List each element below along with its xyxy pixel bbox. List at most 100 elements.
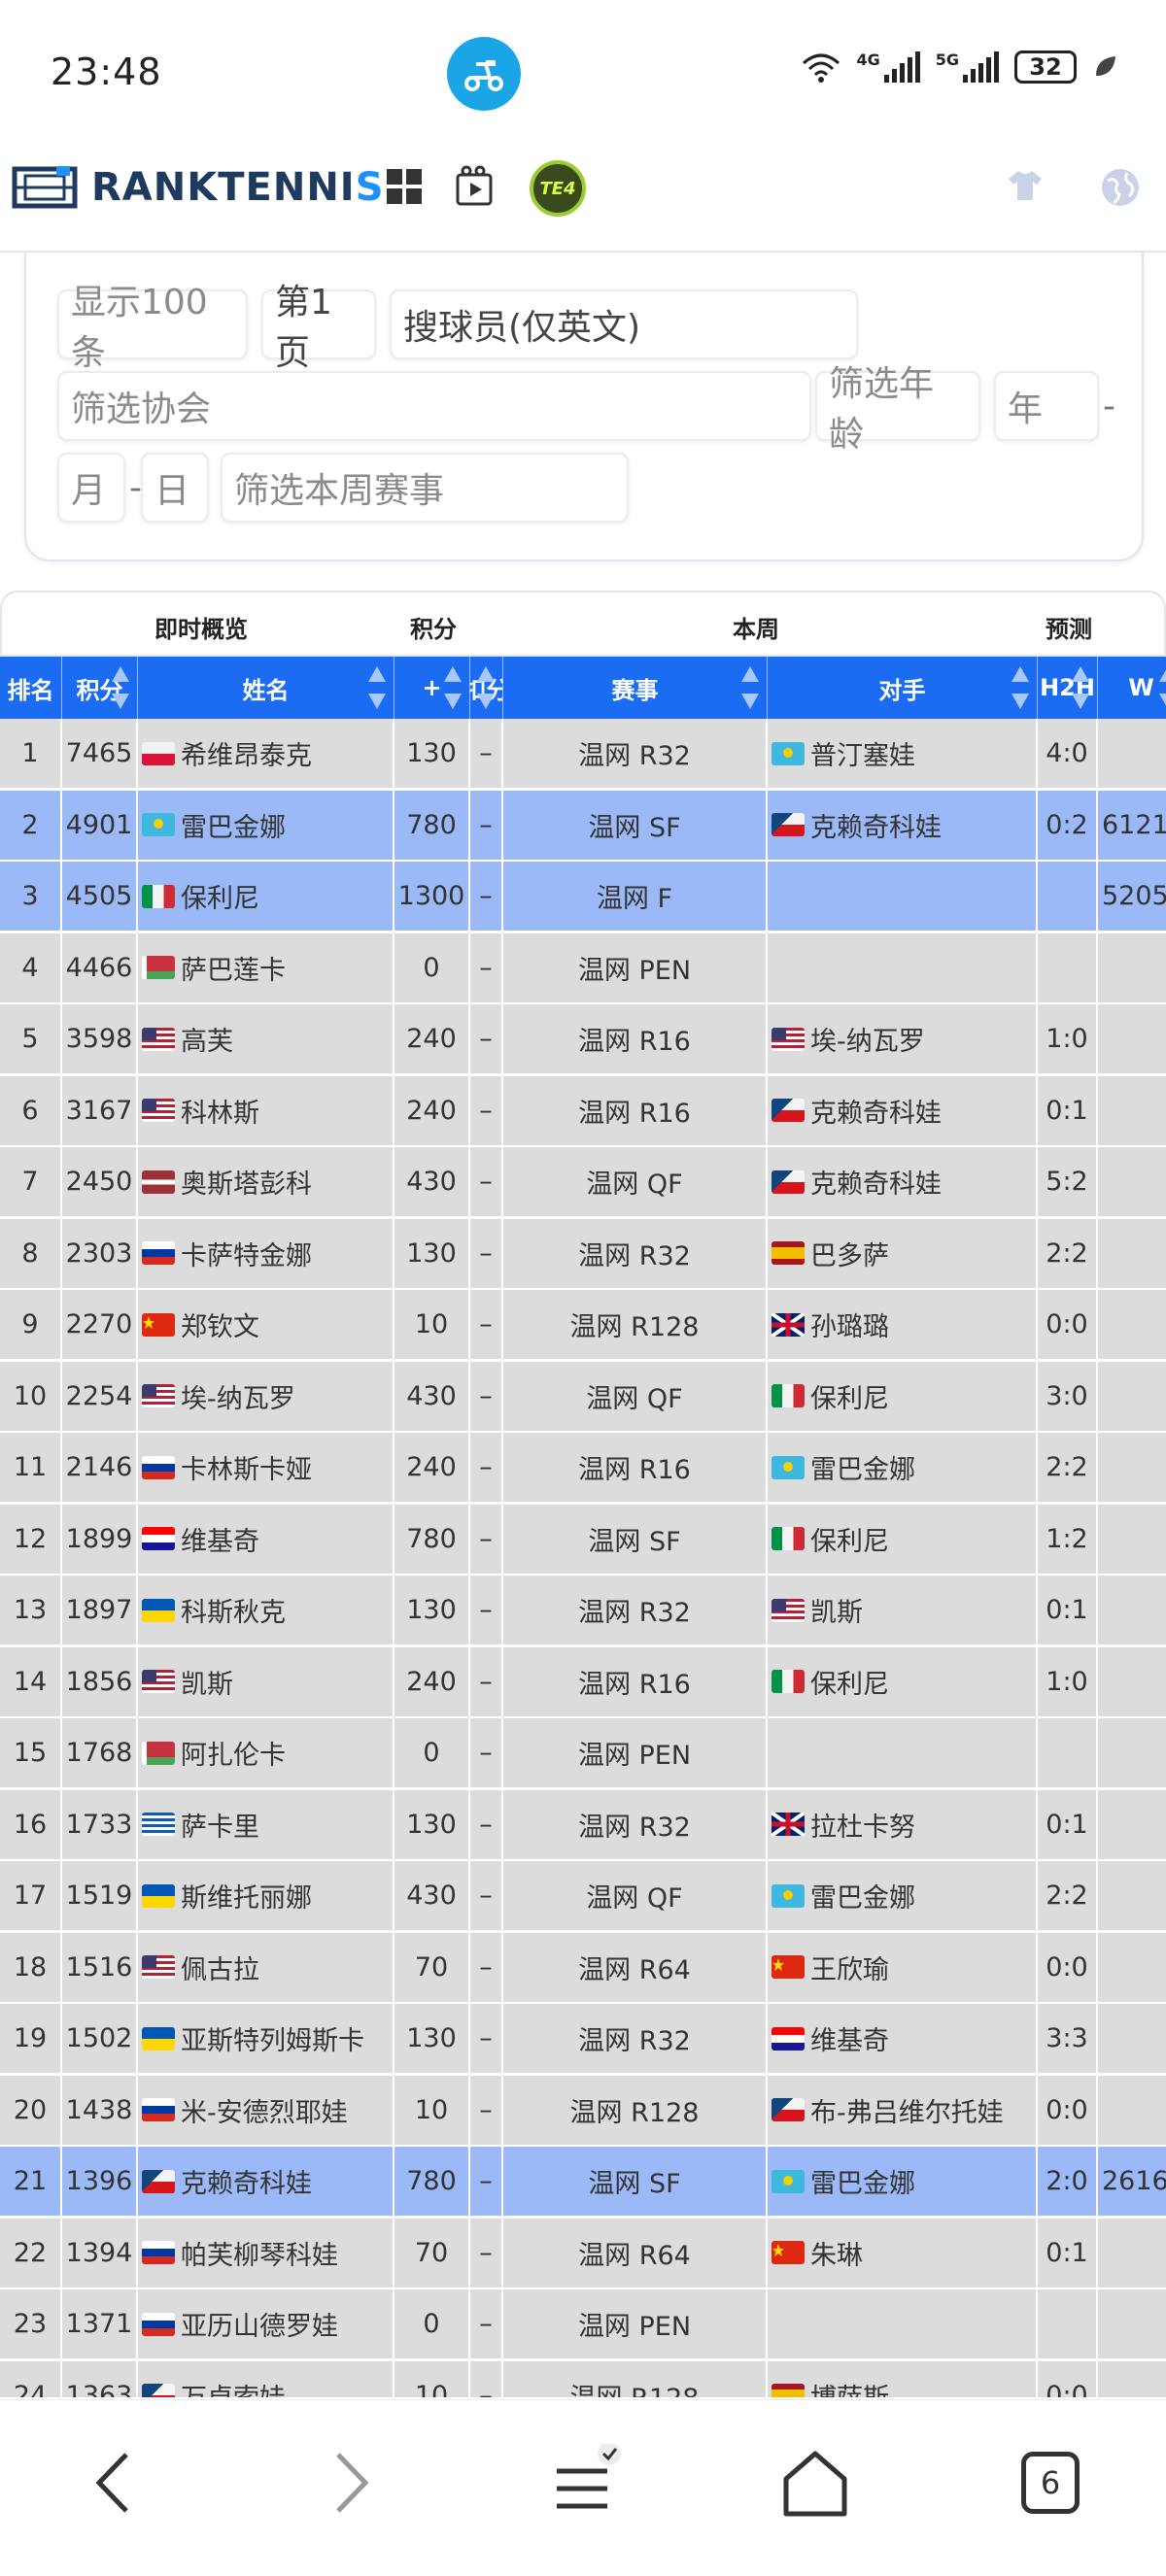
cell-name[interactable]: 卡萨特金娜 (138, 1218, 394, 1288)
column-header-plus[interactable]: + (394, 657, 470, 719)
cell-name[interactable]: 亚历山德罗娃 (138, 2289, 394, 2358)
cell-opp[interactable]: 保利尼 (768, 1504, 1038, 1574)
cell-opp[interactable]: 雷巴金娜 (768, 2147, 1038, 2216)
cell-opp[interactable] (768, 932, 1038, 1002)
table-row[interactable]: 24 1363 万卓索娃 10 – 温网 R128 博萨斯 0:0 (0, 2360, 1166, 2397)
cell-name[interactable]: 雷巴金娜 (138, 790, 394, 860)
cell-name[interactable]: 维基奇 (138, 1504, 394, 1574)
cell-name[interactable]: 亚斯特列姆斯卡 (138, 2004, 394, 2073)
cell-opp[interactable]: 朱琳 (768, 2218, 1038, 2288)
cell-name[interactable]: 奥斯塔彭科 (138, 1147, 394, 1216)
table-row[interactable]: 11 2146 卡林斯卡娅 240– 温网 R16 雷巴金娜 2:2 (0, 1433, 1166, 1504)
cell-name[interactable]: 凯斯 (138, 1646, 394, 1716)
page-select[interactable]: 第1页 (261, 283, 376, 373)
table-row[interactable]: 15 1768 阿扎伦卡 0 – 温网 PEN (0, 1718, 1166, 1789)
cell-name[interactable]: 希维昂泰克 (138, 719, 394, 788)
tabs-button[interactable]: 6 (1007, 2439, 1094, 2526)
cell-name[interactable]: 万卓索娃 (138, 2360, 394, 2397)
cell-opp[interactable]: 雷巴金娜 (768, 1433, 1038, 1502)
cell-opp[interactable]: 凯斯 (768, 1576, 1038, 1644)
cell-name[interactable]: 高芙 (138, 1004, 394, 1073)
shirt-icon[interactable] (1007, 169, 1044, 206)
back-button[interactable] (70, 2439, 157, 2526)
table-row[interactable]: 16 1733 萨卡里 130– 温网 R32 拉杜卡努 0:1 (0, 1789, 1166, 1861)
cell-name[interactable]: 埃-纳瓦罗 (138, 1361, 394, 1431)
table-row[interactable]: 10 2254 埃-纳瓦罗 430– 温网 QF 保利尼 3:0 (0, 1361, 1166, 1433)
cell-opp[interactable]: 克赖奇科娃 (768, 1075, 1038, 1145)
cell-name[interactable]: 卡林斯卡娅 (138, 1433, 394, 1502)
home-button[interactable] (772, 2439, 859, 2526)
cell-name[interactable]: 萨巴莲卡 (138, 932, 394, 1002)
cell-opp[interactable]: 孙璐璐 (768, 1290, 1038, 1359)
association-filter-input[interactable]: 筛选协会 (57, 371, 811, 441)
te4-badge-icon[interactable]: TE4 (530, 160, 586, 217)
column-header-opp[interactable]: 对手 (768, 657, 1038, 719)
cell-opp[interactable]: 维基奇 (768, 2004, 1038, 2073)
grid-icon[interactable] (385, 167, 424, 210)
cell-name[interactable]: 科林斯 (138, 1075, 394, 1145)
table-row[interactable]: 18 1516 佩古拉 70– 温网 R64 王欣瑜 0:0 (0, 1932, 1166, 2004)
cell-name[interactable]: 帕芙柳琴科娃 (138, 2218, 394, 2288)
sort-arrows-icon[interactable] (739, 666, 761, 709)
video-icon[interactable] (455, 165, 497, 212)
cell-name[interactable]: 斯维托丽娜 (138, 1861, 394, 1930)
cell-opp[interactable]: 雷巴金娜 (768, 1861, 1038, 1930)
cell-opp[interactable]: 博萨斯 (768, 2360, 1038, 2397)
cell-name[interactable]: 米-安德烈耶娃 (138, 2075, 394, 2145)
cell-opp[interactable]: 拉杜卡努 (768, 1789, 1038, 1859)
column-header-pts[interactable]: 积分 (62, 657, 138, 719)
table-row[interactable]: 17 1519 斯维托丽娜 430– 温网 QF 雷巴金娜 2:2 (0, 1861, 1166, 1932)
table-row[interactable]: 4 4466 萨巴莲卡 0 – 温网 PEN (0, 932, 1166, 1004)
column-header-w[interactable]: W (1098, 657, 1166, 719)
cell-name[interactable]: 保利尼 (138, 862, 394, 931)
cell-opp[interactable]: 埃-纳瓦罗 (768, 1004, 1038, 1073)
cell-name[interactable]: 克赖奇科娃 (138, 2147, 394, 2216)
table-row[interactable]: 3 4505 保利尼 1300– 温网 F 5205 (0, 862, 1166, 932)
table-row[interactable]: 2 4901 雷巴金娜 780– 温网 SF 克赖奇科娃 0:2 6121 (0, 790, 1166, 862)
table-row[interactable]: 7 2450 奥斯塔彭科 430– 温网 QF 克赖奇科娃 5:2 (0, 1147, 1166, 1218)
day-input[interactable]: 日 (141, 453, 209, 523)
table-row[interactable]: 14 1856 凯斯 240– 温网 R16 保利尼 1:0 (0, 1646, 1166, 1718)
cell-opp[interactable]: 克赖奇科娃 (768, 790, 1038, 860)
table-row[interactable]: 5 3598 高芙 240– 温网 R16 埃-纳瓦罗 1:0 (0, 1004, 1166, 1075)
sort-arrows-icon[interactable] (475, 666, 497, 709)
month-input[interactable]: 月 (57, 453, 125, 523)
table-row[interactable]: 12 1899 维基奇 780– 温网 SF 保利尼 1:2 (0, 1504, 1166, 1576)
cell-opp[interactable]: 保利尼 (768, 1361, 1038, 1431)
table-row[interactable]: 20 1438 米-安德烈耶娃 10– 温网 R128 布-弗吕维尔托娃 0:0 (0, 2075, 1166, 2147)
table-row[interactable]: 19 1502 亚斯特列姆斯卡 130– 温网 R32 维基奇 3:3 (0, 2004, 1166, 2075)
table-row[interactable]: 6 3167 科林斯 240– 温网 R16 克赖奇科娃 0:1 (0, 1075, 1166, 1147)
globe-icon[interactable] (1100, 167, 1141, 212)
menu-button[interactable] (538, 2439, 626, 2526)
cell-name[interactable]: 科斯秋克 (138, 1576, 394, 1644)
sort-arrows-icon[interactable] (442, 666, 463, 709)
forward-button[interactable] (307, 2439, 394, 2526)
cell-opp[interactable]: 克赖奇科娃 (768, 1147, 1038, 1216)
table-row[interactable]: 23 1371 亚历山德罗娃 0 – 温网 PEN (0, 2289, 1166, 2360)
cell-name[interactable]: 佩古拉 (138, 1932, 394, 2002)
page-size-select[interactable]: 显示100条 (57, 283, 248, 373)
sort-arrows-icon[interactable] (366, 666, 388, 709)
search-player-input[interactable]: 搜球员(仅英文) (390, 289, 858, 359)
table-row[interactable]: 22 1394 帕芙柳琴科娃 70– 温网 R64 朱琳 0:1 (0, 2218, 1166, 2289)
age-filter-label[interactable]: 筛选年龄 (815, 364, 980, 455)
sort-arrows-icon[interactable] (1070, 666, 1091, 709)
cell-opp[interactable]: 普汀塞娃 (768, 719, 1038, 788)
cell-opp[interactable]: 保利尼 (768, 1646, 1038, 1716)
cell-opp[interactable]: 巴多萨 (768, 1218, 1038, 1288)
year-input[interactable]: 年 (994, 371, 1099, 441)
table-row[interactable]: 21 1396 克赖奇科娃 780– 温网 SF 雷巴金娜 2:0 2616 (0, 2147, 1166, 2218)
sort-arrows-icon[interactable] (110, 666, 131, 709)
column-header-name[interactable]: 姓名 (138, 657, 394, 719)
cell-opp[interactable]: 王欣瑜 (768, 1932, 1038, 2002)
cell-opp[interactable] (768, 2289, 1038, 2358)
cell-opp[interactable]: 布-弗吕维尔托娃 (768, 2075, 1038, 2145)
cell-opp[interactable] (768, 1718, 1038, 1787)
table-row[interactable]: 8 2303 卡萨特金娜 130– 温网 R32 巴多萨 2:2 (0, 1218, 1166, 1290)
rank-tennis-logo[interactable]: RANKTENNIS (12, 165, 385, 210)
cell-name[interactable]: 阿扎伦卡 (138, 1718, 394, 1787)
table-row[interactable]: 1 7465 希维昂泰克 130– 温网 R32 普汀塞娃 4:0 (0, 719, 1166, 790)
event-filter-input[interactable]: 筛选本周赛事 (221, 453, 629, 523)
cell-name[interactable]: 萨卡里 (138, 1789, 394, 1859)
column-header-minus[interactable]: 扣分 (470, 657, 503, 719)
